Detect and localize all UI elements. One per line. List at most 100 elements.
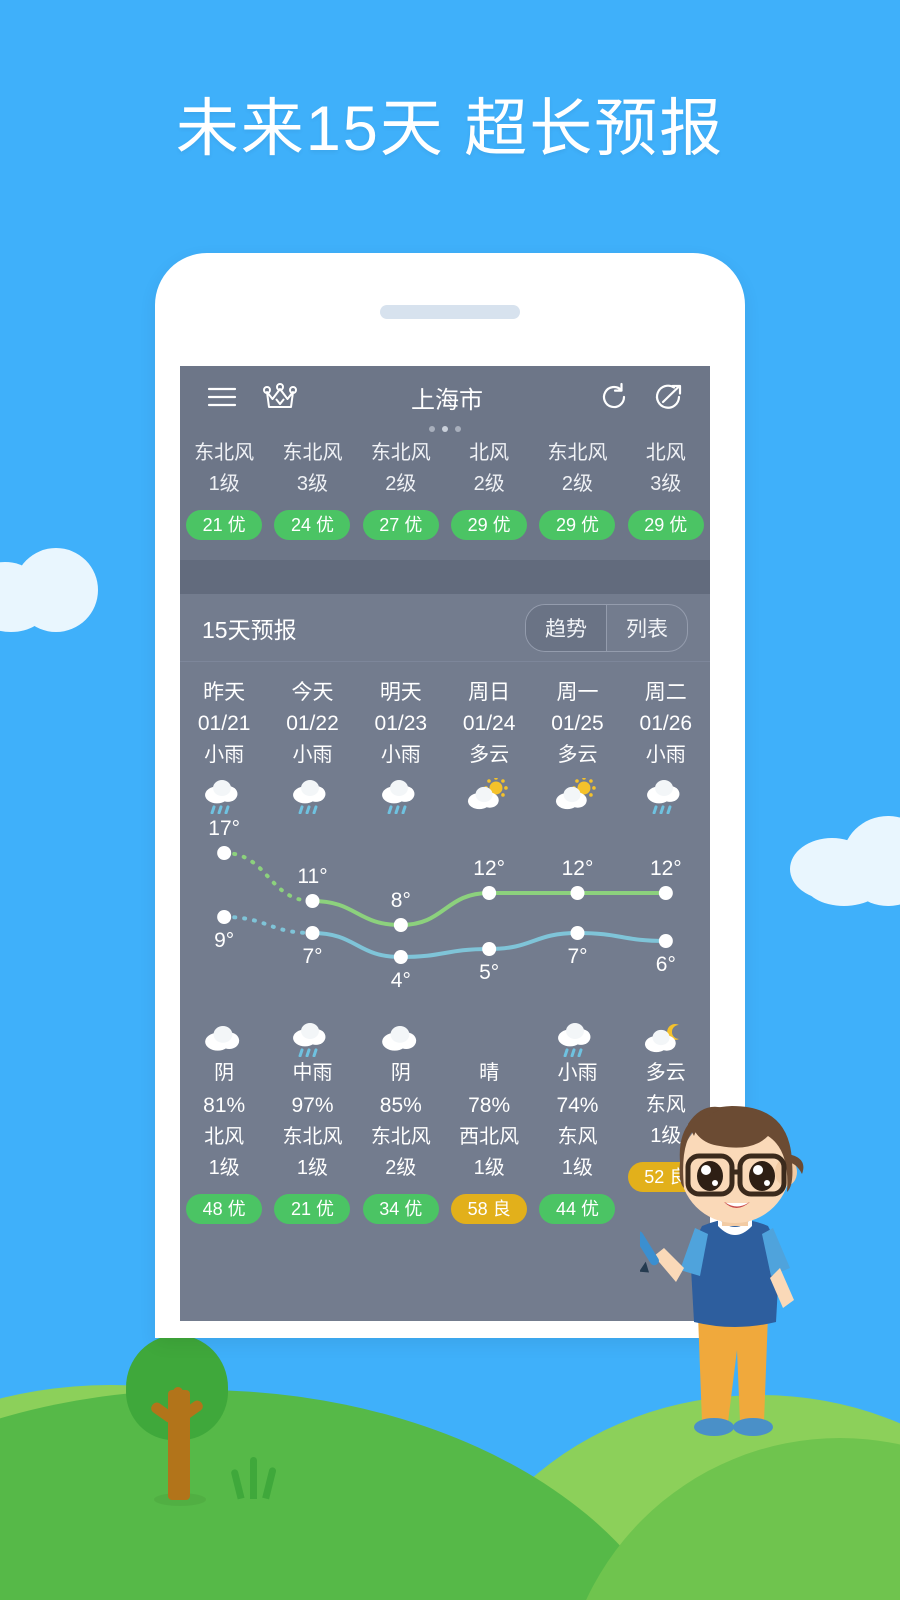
day-condition: 小雨 bbox=[292, 744, 333, 766]
day-name: 昨天 bbox=[203, 681, 246, 704]
tree-decoration bbox=[120, 1335, 230, 1510]
hamburger-menu-icon[interactable] bbox=[202, 377, 242, 417]
forecast-day-headers: 昨天 01/21 小雨 今天 01/22 小雨 明天 01/23 小雨 周日 01/24 多云 周一 01… bbox=[180, 662, 710, 821]
dot-3 bbox=[455, 426, 461, 432]
aqi-badge[interactable]: 48 优 bbox=[186, 1194, 263, 1224]
forecast-night-column[interactable]: 小雨 74% 东风 1级 44 优 bbox=[533, 1005, 621, 1224]
aqi-badge[interactable]: 29 优 bbox=[451, 510, 528, 540]
dot-2 bbox=[442, 426, 448, 432]
day-name: 今天 bbox=[291, 681, 334, 704]
low-temp-label: 6° bbox=[655, 953, 676, 976]
aqi-badge[interactable]: 58 良 bbox=[451, 1194, 528, 1224]
forecast-title: 15天预报 bbox=[202, 616, 297, 643]
forecast-panel: 15天预报 趋势 列表 昨天 01/21 小雨 今天 01/22 小雨 明天 01/23 小雨周… bbox=[180, 594, 710, 1321]
night-wind-direction: 东北风 bbox=[370, 1126, 431, 1148]
forecast-day-column[interactable]: 周日 01/24 多云 bbox=[445, 678, 533, 821]
day-name: 周日 bbox=[468, 681, 511, 704]
low-temp-label: 9° bbox=[214, 929, 235, 952]
day-condition: 多云 bbox=[557, 744, 598, 766]
rain-cloud-icon bbox=[622, 771, 710, 821]
section-divider bbox=[180, 560, 710, 594]
refresh-icon[interactable] bbox=[594, 377, 634, 417]
low-temp-label: 4° bbox=[390, 969, 411, 992]
forecast-day-column[interactable]: 周二 01/26 小雨 bbox=[622, 678, 710, 821]
forecast-night-column[interactable]: 中雨 97% 东北风 1级 21 优 bbox=[268, 1005, 356, 1224]
wind-level: 2级 bbox=[473, 473, 505, 495]
wind-direction: 北风 bbox=[645, 442, 686, 464]
day-name: 周二 bbox=[644, 681, 687, 704]
night-wind-direction: 东北风 bbox=[282, 1126, 343, 1148]
crown-icon[interactable] bbox=[260, 377, 300, 417]
humidity-value: 81% bbox=[203, 1094, 246, 1117]
aqi-badge[interactable]: 27 优 bbox=[362, 510, 439, 540]
moon-cloud-icon bbox=[622, 1005, 710, 1057]
aqi-badge[interactable]: 24 优 bbox=[274, 510, 351, 540]
grass-tuft bbox=[230, 1455, 286, 1500]
rain-cloud-icon bbox=[268, 771, 356, 821]
wind-column: 北风 2级 29 优 bbox=[445, 438, 533, 540]
low-temp-label: 5° bbox=[479, 961, 500, 984]
high-temp-label: 12° bbox=[561, 857, 594, 880]
view-toggle[interactable]: 趋势 列表 bbox=[525, 603, 688, 652]
day-condition: 多云 bbox=[469, 744, 510, 766]
rain-cloud-icon bbox=[180, 771, 268, 821]
low-temp-label: 7° bbox=[567, 945, 588, 968]
high-temp-label: 12° bbox=[473, 857, 506, 880]
page-indicator-dots bbox=[429, 426, 461, 432]
cloud-icon bbox=[357, 1005, 445, 1057]
aqi-badge[interactable]: 29 优 bbox=[539, 510, 616, 540]
wind-column: 东北风 1级 21 优 bbox=[180, 438, 268, 540]
forecast-header: 15天预报 趋势 列表 bbox=[180, 594, 710, 662]
humidity-value: 85% bbox=[379, 1094, 422, 1117]
tab-list[interactable]: 列表 bbox=[606, 604, 687, 651]
rain-cloud-icon bbox=[533, 1005, 621, 1057]
forecast-day-column[interactable]: 明天 01/23 小雨 bbox=[357, 678, 445, 821]
night-wind-level: 2级 bbox=[385, 1157, 417, 1179]
rain-cloud-icon bbox=[268, 1005, 356, 1057]
day-date: 01/22 bbox=[286, 712, 339, 735]
day-date: 01/26 bbox=[639, 712, 693, 735]
phone-screen: 上海市 东北风 1级 21 优东北风 3级 24 优 东北风 2级 27 优 北… bbox=[180, 366, 710, 1321]
sun-cloud-icon bbox=[533, 771, 621, 821]
night-condition: 小雨 bbox=[557, 1062, 598, 1084]
aqi-badge[interactable]: 29 优 bbox=[627, 510, 704, 540]
humidity-value: 74% bbox=[556, 1094, 599, 1117]
day-date: 01/25 bbox=[551, 712, 604, 735]
day-date: 01/21 bbox=[197, 712, 251, 735]
forecast-night-column[interactable]: 阴 81% 北风 1级 48 优 bbox=[180, 1005, 268, 1224]
aqi-badge[interactable]: 44 优 bbox=[539, 1194, 616, 1224]
page-title: 未来15天 超长预报 bbox=[175, 94, 725, 164]
night-wind-direction: 北风 bbox=[204, 1126, 245, 1148]
wind-level: 3级 bbox=[296, 473, 329, 495]
aqi-badge[interactable]: 21 优 bbox=[186, 510, 263, 540]
cloud-right bbox=[790, 810, 900, 910]
forecast-day-column[interactable]: 周一 01/25 多云 bbox=[533, 678, 621, 821]
forecast-day-column[interactable]: 昨天 01/21 小雨 bbox=[180, 678, 268, 821]
high-temp-label: 8° bbox=[390, 889, 411, 912]
high-temp-label: 12° bbox=[649, 857, 682, 880]
wind-direction: 东北风 bbox=[194, 442, 255, 464]
forecast-night-column[interactable]: 晴 78% 西北风 1级 58 良 bbox=[445, 1005, 533, 1224]
night-wind-level: 1级 bbox=[208, 1157, 240, 1179]
forecast-night-rows: 阴 81% 北风 1级 48 优中雨 97% 东北风 1级 21 优阴 85% 东北风 2级 34 优晴… bbox=[180, 1005, 710, 1224]
aqi-badge[interactable]: 21 优 bbox=[274, 1194, 351, 1224]
wind-level: 3级 bbox=[650, 473, 682, 495]
cartoon-boy-illustration bbox=[634, 1100, 830, 1460]
aqi-badge[interactable]: 34 优 bbox=[362, 1194, 439, 1224]
tab-trend[interactable]: 趋势 bbox=[526, 604, 606, 651]
wind-level: 2级 bbox=[561, 473, 594, 495]
night-wind-direction: 东风 bbox=[557, 1126, 598, 1148]
forecast-day-column[interactable]: 今天 01/22 小雨 bbox=[268, 678, 356, 821]
forecast-night-column[interactable]: 阴 85% 东北风 2级 34 优 bbox=[357, 1005, 445, 1224]
day-date: 01/24 bbox=[462, 712, 516, 735]
city-title[interactable]: 上海市 bbox=[300, 380, 594, 415]
high-temp-label: 17° bbox=[208, 817, 241, 840]
hourly-wind-strip: 东北风 1级 21 优 东北风 3级 24 优 东北风 2级 27 优 北风 2级 29 优 东北风 2级… bbox=[180, 428, 710, 560]
wind-direction: 东北风 bbox=[282, 442, 343, 464]
temperature-trend-chart: 17° 11° 8° 12° 12° 12° 9° 7° 4° 5° 7° 6° bbox=[180, 817, 710, 1005]
day-name: 周一 bbox=[556, 681, 599, 704]
share-icon[interactable] bbox=[648, 377, 688, 417]
rain-cloud-icon bbox=[357, 771, 445, 821]
night-condition: 多云 bbox=[645, 1062, 686, 1084]
wind-direction: 东北风 bbox=[547, 442, 608, 464]
